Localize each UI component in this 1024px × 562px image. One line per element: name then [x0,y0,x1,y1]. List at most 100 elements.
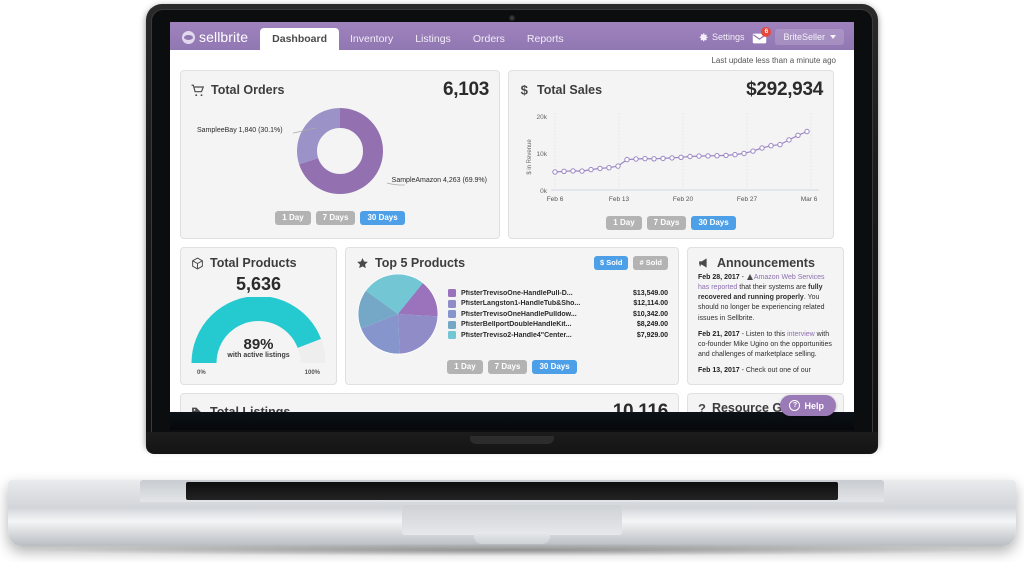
legend-swatch [448,331,456,339]
range-7-days[interactable]: 7 Days [487,360,528,374]
card-title-text: Total Products [210,256,297,270]
star-icon [356,257,369,270]
legend-label: PfisterTreviso2-Handle4"Center... [461,331,572,339]
card-title-total-sales: $ Total Sales [519,83,602,97]
messages-button[interactable]: 6 [752,27,772,44]
laptop-lid-notch [470,436,554,444]
card-title-text: Total Sales [537,83,603,97]
orders-range-toggle: 1 Day 7 Days 30 Days [191,211,489,225]
card-title-text: Top 5 Products [375,256,466,270]
dashboard-row-2: Total Products 5,636 89% with active lis… [180,247,844,385]
announcement-item: Feb 28, 2017 - Amazon Web Services has r… [698,273,833,324]
gauge-percent: 89% [243,336,274,353]
legend-item: PfisterBellportDoubleHandleKit... $8,249… [448,320,668,329]
app-navbar: sellbrite Dashboard Inventory Listings O… [170,22,854,50]
legend-value: $12,114.00 [633,300,668,307]
box-icon [191,257,204,270]
top-products-pie-chart [357,273,439,355]
settings-button[interactable]: Settings [698,32,744,43]
user-menu[interactable]: BriteSeller [775,29,844,45]
legend-swatch [448,320,456,329]
legend-item: PfisterTrevisoOne-HandlePull-D... $13,54… [448,289,668,297]
brand-name: sellbrite [199,29,249,45]
range-7-days[interactable]: 7 Days [315,211,356,225]
toggle-count-sold[interactable]: # Sold [633,256,668,270]
card-title-total-products: Total Products [191,256,326,270]
tab-dashboard[interactable]: Dashboard [260,28,339,50]
legend-value: $7,929.00 [636,331,668,339]
range-1-day[interactable]: 1 Day [606,216,642,230]
tab-inventory[interactable]: Inventory [339,33,404,51]
announcement-item: Feb 13, 2017 - Check out one of our [698,366,833,376]
gauge-axis-min: 0% [197,370,206,376]
range-30-days[interactable]: 30 Days [691,216,736,230]
mail-badge: 6 [761,27,772,37]
tab-orders[interactable]: Orders [462,33,516,51]
range-1-day[interactable]: 1 Day [447,360,483,374]
card-top-products: Top 5 Products $ Sold # Sold PfisterTrev… [345,247,679,385]
card-announcements: Announcements Feb 28, 2017 - Amazon Web … [687,247,844,385]
card-title-total-orders: Total Orders [191,83,284,97]
question-circle-icon: ? [789,400,801,411]
gauge-caption: with active listings [227,352,290,359]
range-1-day[interactable]: 1 Day [275,211,311,225]
dashboard-row-1: Total Orders 6,103 SampleeBay 1,840 (30.… [180,70,844,239]
chevron-down-icon [830,35,836,39]
legend-value: $8,249.00 [636,321,668,328]
legend-label: PfisterBellportDoubleHandleKit... [461,321,572,328]
range-7-days[interactable]: 7 Days [646,216,687,230]
laptop-keyboard [186,482,838,500]
dashboard-page: Last update less than a minute ago Total… [170,50,854,419]
donut-label-ebay: SampleeBay 1,840 (30.1%) [197,127,283,134]
laptop-trackpad [402,505,622,535]
svg-text:Mar 6: Mar 6 [801,196,818,203]
cart-icon [191,84,205,97]
card-header: $ Total Sales $292,934 [519,79,824,101]
laptop-shadow [40,544,984,556]
announcement-date: Feb 28, 2017 [698,274,740,281]
announcement-pre: - [739,274,746,281]
user-name: BriteSeller [783,32,825,42]
announcement-link[interactable]: interview [787,331,815,338]
orders-donut-chart: SampleeBay 1,840 (30.1%) SampleAmazon 4,… [191,103,489,207]
dollar-icon: $ [519,83,531,97]
navbar-right: Settings 6 BriteSeller [698,27,854,50]
dashboard-grid: Total Orders 6,103 SampleeBay 1,840 (30.… [180,70,844,419]
last-update-text: Last update less than a minute ago [711,56,836,65]
tab-listings[interactable]: Listings [404,33,462,51]
announcement-pre: - Check out one of our [739,367,811,375]
range-30-days[interactable]: 30 Days [360,211,405,225]
warning-triangle-icon [746,274,753,280]
card-header: Top 5 Products $ Sold # Sold [356,256,668,270]
legend-item: PfisterTreviso2-Handle4"Center... $7,929… [448,331,668,339]
toggle-dollar-sold[interactable]: $ Sold [593,256,629,270]
tab-reports[interactable]: Reports [516,33,575,51]
card-title-text: Total Orders [211,83,285,97]
help-label: Help [804,400,824,411]
gear-icon [698,32,709,43]
card-total-products: Total Products 5,636 89% with active lis… [180,247,337,385]
card-title-text: Announcements [717,256,815,270]
card-total-sales: $ Total Sales $292,934 20k 10k 0k $ in R… [508,70,834,239]
announcements-list: Feb 28, 2017 - Amazon Web Services has r… [698,273,833,376]
help-button[interactable]: ? Help [780,395,836,416]
card-header: Total Orders 6,103 [191,79,489,101]
megaphone-icon [698,257,711,269]
screen-bottom-fade [170,412,854,430]
range-30-days[interactable]: 30 Days [532,360,577,374]
legend-label: PfisterTrevisoOne-HandlePull-D... [461,289,573,297]
brand-logo[interactable]: sellbrite [170,29,260,50]
card-total-orders: Total Orders 6,103 SampleeBay 1,840 (30.… [180,70,500,239]
legend-label: PfisterTrevisoOneHandlePulldow... [461,310,577,318]
webcam-icon [509,15,515,21]
svg-text:0k: 0k [540,188,548,195]
sales-line-chart: 20k 10k 0k $ in Revenue Feb 6 Feb 13 Feb… [527,113,819,203]
legend-swatch [448,299,456,308]
top-products-legend: PfisterTrevisoOne-HandlePull-D... $13,54… [448,289,668,339]
sellbrite-logo-icon [182,30,195,44]
donut-label-amazon: SampleAmazon 4,263 (69.9%) [391,177,487,184]
svg-text:Feb 20: Feb 20 [673,196,694,203]
top-products-range-toggle: 1 Day 7 Days 30 Days [356,360,668,374]
legend-item: PfisterTrevisoOneHandlePulldow... $10,34… [448,310,668,318]
legend-swatch [448,289,456,297]
